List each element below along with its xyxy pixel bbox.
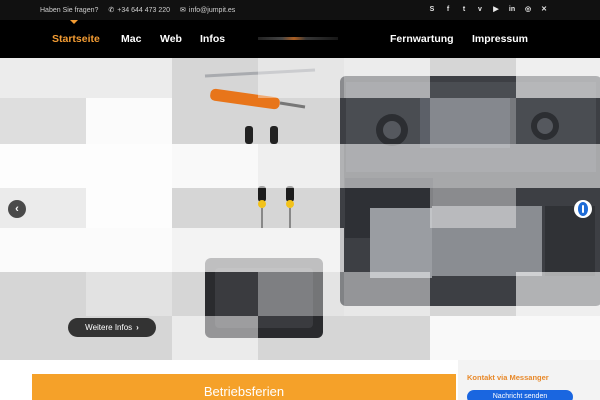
phone-icon: ✆: [108, 7, 115, 14]
email-address: info@jumpit.es: [188, 6, 236, 14]
nav-item-fernwartung[interactable]: Fernwartung: [390, 33, 454, 45]
nav-item-mac[interactable]: Mac: [121, 33, 141, 45]
skype-icon[interactable]: S: [428, 5, 436, 14]
contact-info: Haben Sie fragen? ✆ +34 644 473 220 ✉ in…: [40, 6, 236, 15]
top-info-bar: Haben Sie fragen? ✆ +34 644 473 220 ✉ in…: [0, 0, 600, 20]
linkedin-icon[interactable]: in: [508, 5, 516, 14]
messenger-widget: Kontakt via Messanger Nachricht senden: [458, 360, 600, 400]
active-indicator: [70, 20, 78, 24]
phone-number: +34 644 473 220: [117, 6, 171, 14]
logo[interactable]: [258, 37, 338, 40]
vacation-banner: Betriebsferien: [32, 374, 456, 400]
envelope-icon: ✉: [180, 7, 186, 14]
more-info-button[interactable]: Weitere Infos ›: [68, 318, 156, 337]
question-label: Haben Sie fragen?: [40, 6, 99, 14]
question-text: Haben Sie fragen?: [40, 7, 98, 14]
facebook-icon[interactable]: f: [444, 5, 452, 14]
chevron-right-icon: ›: [136, 323, 139, 332]
nav-item-web[interactable]: Web: [160, 33, 182, 45]
nav-item-startseite[interactable]: Startseite: [52, 33, 100, 45]
slider-prev-button[interactable]: ‹: [8, 200, 26, 218]
more-info-label: Weitere Infos: [85, 323, 133, 332]
messenger-label: Kontakt via Messanger: [467, 373, 549, 382]
banner-title: Betriebsferien: [203, 384, 285, 399]
chevron-left-icon: ‹: [15, 203, 19, 215]
vimeo-icon[interactable]: v: [476, 5, 484, 14]
tile-overlay: [0, 58, 600, 360]
nav-item-impressum[interactable]: Impressum: [472, 33, 528, 45]
main-nav: Startseite Mac Web Infos Fernwartung Imp…: [0, 20, 600, 58]
instagram-icon[interactable]: ◎: [524, 5, 532, 14]
location-pin-button[interactable]: [574, 200, 592, 218]
social-icons: S f t v ▶ in ◎ ✕: [428, 5, 548, 14]
email-link[interactable]: ✉ info@jumpit.es: [180, 6, 236, 15]
hero-slider: ‹ Weitere Infos ›: [0, 58, 600, 360]
twitter-icon[interactable]: t: [460, 5, 468, 14]
youtube-icon[interactable]: ▶: [492, 5, 500, 14]
location-pin-icon: [578, 202, 588, 216]
phone-link[interactable]: ✆ +34 644 473 220: [108, 6, 171, 15]
close-icon[interactable]: ✕: [540, 5, 548, 14]
nav-item-infos[interactable]: Infos: [200, 33, 225, 45]
page: Haben Sie fragen? ✆ +34 644 473 220 ✉ in…: [0, 0, 600, 400]
send-message-button[interactable]: Nachricht senden: [467, 390, 573, 400]
